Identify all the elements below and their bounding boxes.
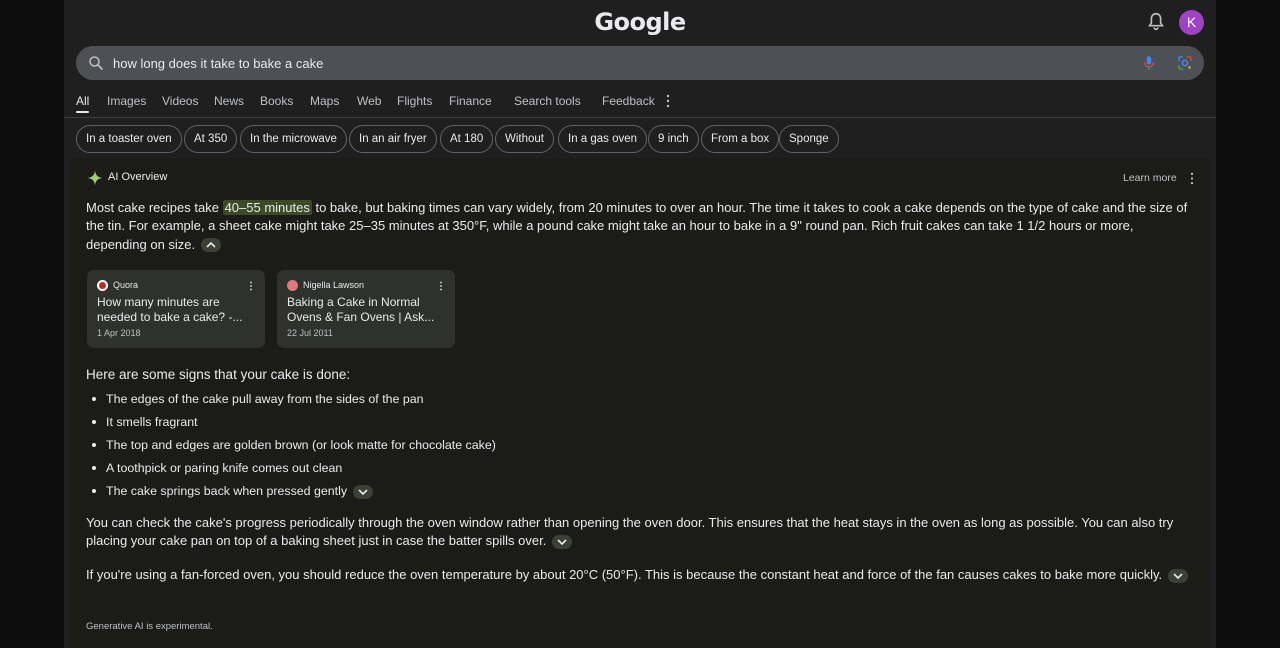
tab-all[interactable]: All — [76, 94, 89, 108]
ai-overview-paragraph-2: You can check the cake's progress period… — [86, 514, 1198, 551]
paragraph-text: If you're using a fan-forced oven, you s… — [86, 567, 1163, 582]
tab-images[interactable]: Images — [107, 94, 146, 108]
signs-list: The edges of the cake pull away from the… — [90, 390, 496, 505]
chip-9-inch[interactable]: 9 inch — [648, 125, 699, 153]
expand-toggle[interactable] — [551, 534, 572, 549]
chip-toaster-oven[interactable]: In a toaster oven — [76, 125, 182, 153]
active-tab-indicator — [76, 111, 89, 113]
search-icon — [89, 56, 103, 70]
google-lens-icon[interactable] — [1176, 54, 1194, 72]
chip-sponge[interactable]: Sponge — [779, 125, 839, 153]
chip-microwave[interactable]: In the microwave — [240, 125, 347, 153]
chevron-down-icon — [557, 539, 567, 546]
chip-at-350[interactable]: At 350 — [184, 125, 238, 153]
more-options-icon[interactable] — [665, 94, 671, 108]
learn-more-link[interactable]: Learn more — [1123, 172, 1177, 184]
search-bar[interactable]: how long does it take to bake a cake — [76, 46, 1204, 80]
source-card-nigella[interactable]: Nigella Lawson Baking a Cake in Normal O… — [277, 270, 455, 348]
search-tools-button[interactable]: Search tools — [514, 94, 581, 108]
notifications-bell-icon[interactable] — [1145, 11, 1167, 33]
experimental-disclaimer: Generative AI is experimental. — [86, 621, 213, 632]
list-item-text: The cake springs back when pressed gentl… — [106, 484, 348, 498]
source-options-icon[interactable] — [249, 281, 253, 291]
chip-gas-oven[interactable]: In a gas oven — [558, 125, 648, 153]
tab-books[interactable]: Books — [260, 94, 293, 108]
ai-overview-paragraph-3: If you're using a fan-forced oven, you s… — [86, 566, 1198, 584]
ai-overview-panel: AI Overview Learn more Most cake recipes… — [70, 158, 1210, 648]
signs-heading: Here are some signs that your cake is do… — [86, 367, 351, 382]
list-item: The top and edges are golden brown (or l… — [90, 436, 496, 459]
chevron-down-icon — [357, 489, 368, 495]
voice-search-mic-icon[interactable] — [1140, 54, 1158, 72]
chip-at-180[interactable]: At 180 — [440, 125, 494, 153]
tab-maps[interactable]: Maps — [310, 94, 339, 108]
tabs-divider — [64, 117, 1216, 118]
expand-toggle[interactable] — [1167, 568, 1188, 583]
list-item: A toothpick or paring knife comes out cl… — [90, 459, 496, 482]
tab-flights[interactable]: Flights — [397, 94, 432, 108]
gemini-sparkle-icon — [87, 170, 103, 186]
paragraph-text: You can check the cake's progress period… — [86, 515, 1174, 549]
list-item: The cake springs back when pressed gentl… — [90, 482, 496, 505]
ai-overview-intro: Most cake recipes take 40–55 minutes to … — [86, 199, 1196, 254]
source-date: 1 Apr 2018 — [97, 328, 141, 338]
collapse-toggle[interactable] — [200, 238, 221, 253]
expand-toggle[interactable] — [352, 484, 373, 499]
chevron-up-icon — [206, 242, 216, 248]
list-item: The edges of the cake pull away from the… — [90, 390, 496, 413]
google-logo[interactable]: Google — [64, 8, 1216, 36]
quora-favicon-icon — [97, 280, 108, 291]
source-date: 22 Jul 2011 — [287, 328, 333, 338]
source-options-icon[interactable] — [439, 281, 443, 291]
nigella-favicon-icon — [287, 280, 298, 291]
source-card-quora[interactable]: Quora How many minutes are needed to bak… — [87, 270, 265, 348]
results-page: Google K how long does it take to bake a… — [64, 0, 1216, 648]
tab-finance[interactable]: Finance — [449, 94, 492, 108]
list-item: It smells fragrant — [90, 413, 496, 436]
source-title[interactable]: Baking a Cake in Normal Ovens & Fan Oven… — [287, 295, 447, 325]
chevron-down-icon — [1173, 572, 1183, 579]
ai-overview-title: AI Overview — [108, 171, 168, 183]
chip-without[interactable]: Without — [495, 125, 554, 153]
tab-videos[interactable]: Videos — [162, 94, 198, 108]
ai-overview-options-icon[interactable] — [1189, 172, 1195, 185]
tab-web[interactable]: Web — [357, 94, 381, 108]
intro-text-start: Most cake recipes take — [86, 200, 223, 215]
highlighted-answer: 40–55 minutes — [222, 200, 312, 215]
search-input[interactable]: how long does it take to bake a cake — [113, 56, 323, 71]
feedback-link[interactable]: Feedback — [602, 94, 655, 108]
tab-news[interactable]: News — [214, 94, 244, 108]
source-site: Nigella Lawson — [303, 280, 365, 290]
chip-air-fryer[interactable]: In an air fryer — [349, 125, 437, 153]
chip-from-a-box[interactable]: From a box — [701, 125, 780, 153]
account-avatar[interactable]: K — [1179, 10, 1204, 35]
source-site: Quora — [113, 280, 139, 290]
source-title[interactable]: How many minutes are needed to bake a ca… — [97, 295, 257, 325]
